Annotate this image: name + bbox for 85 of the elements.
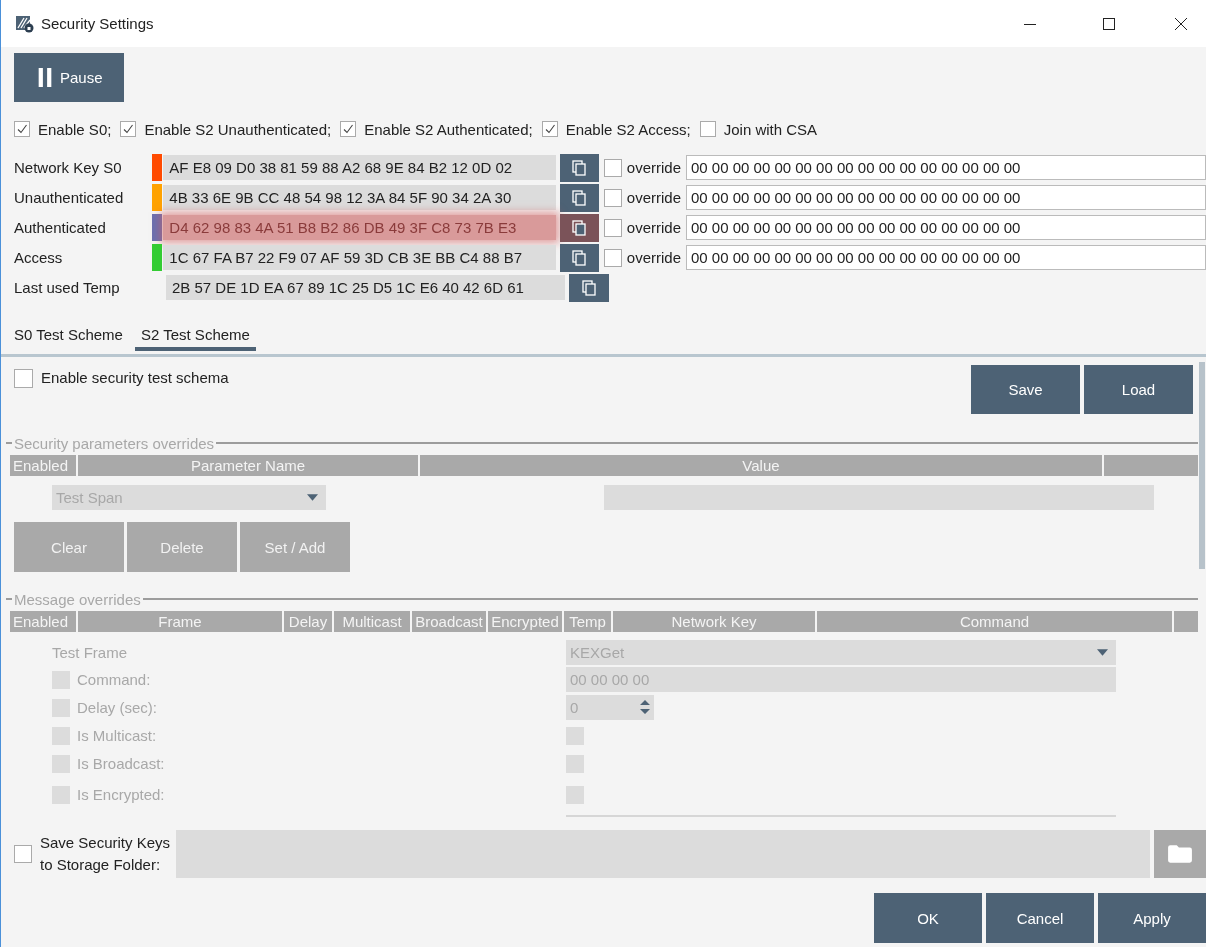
checkbox-label: Enable security test schema (41, 369, 229, 386)
key-value-field[interactable]: 1C 67 FA B7 22 F9 07 AF 59 3D CB 3E BB C4 88 B7 (163, 245, 556, 270)
folder-icon (1167, 844, 1193, 864)
tab[interactable]: S2 Test Scheme (134, 321, 256, 351)
checkbox[interactable] (603, 188, 622, 207)
override-key-field[interactable]: 00 00 00 00 00 00 00 00 00 00 00 00 00 00 00 00 (686, 245, 1206, 270)
column-header: Enabled (10, 455, 76, 476)
column-header: Multicast (334, 611, 410, 632)
app-icon (15, 14, 35, 33)
copy-icon (572, 189, 587, 206)
override-label: override (626, 159, 681, 176)
checkbox[interactable] (340, 121, 357, 137)
checkbox[interactable] (603, 158, 622, 177)
copy-icon (582, 279, 596, 296)
override-key-field[interactable]: 00 00 00 00 00 00 00 00 00 00 00 00 00 00 00 00 (686, 155, 1206, 180)
checkbox[interactable] (14, 121, 30, 137)
key-value-field[interactable]: D4 62 98 83 4A 51 B8 B2 86 DB 49 3F C8 73 7B E3 (163, 215, 556, 240)
checkbox-label: Enable S2 Access; (565, 120, 691, 138)
column-header: Encrypted (488, 611, 562, 632)
override-key-field[interactable]: 00 00 00 00 00 00 00 00 00 00 00 00 00 00 00 00 (686, 185, 1206, 210)
key-value-field[interactable]: 4B 33 6E 9B CC 48 54 98 12 3A 84 5F 90 34 2A 30 (163, 185, 556, 210)
checkbox[interactable] (14, 845, 32, 863)
window-title: Security Settings (41, 15, 154, 32)
column-header: Frame (78, 611, 282, 632)
checkbox[interactable] (541, 121, 558, 137)
column-header: Parameter Name (78, 455, 418, 476)
dialog-button[interactable]: Apply (1098, 893, 1206, 943)
copy-button[interactable] (559, 153, 599, 182)
field-label: Is Broadcast: (77, 755, 165, 772)
checkbox[interactable] (603, 248, 622, 267)
column-header: Broadcast (412, 611, 486, 632)
group-title: Security parameters overrides (13, 434, 216, 452)
override-label: override (626, 249, 681, 266)
save-keys-label: Save Security Keys to Storage Folder: (40, 833, 172, 875)
checkbox-label: Join with CSA (723, 120, 818, 138)
close-icon[interactable] (1174, 16, 1188, 31)
override-label: override (626, 189, 681, 206)
column-header: Value (420, 455, 1102, 476)
tab[interactable]: S0 Test Scheme (14, 321, 129, 351)
column-header: Delay (284, 611, 332, 632)
copy-icon (572, 249, 587, 266)
copy-button[interactable] (559, 213, 599, 242)
checkbox-label: Enable S2 Unauthenticated; (144, 120, 332, 138)
checkbox[interactable] (603, 218, 622, 237)
column-header (1174, 611, 1198, 632)
copy-button[interactable] (559, 183, 599, 212)
frame-label: Test Frame (52, 643, 128, 663)
copy-button[interactable] (559, 243, 599, 272)
checkbox-label: Enable S2 Authenticated; (364, 120, 533, 138)
column-header: Temp (564, 611, 611, 632)
folder-path-field[interactable] (175, 830, 1151, 878)
dropdown-caret-icon (307, 494, 318, 501)
field-label: Is Multicast: (77, 727, 157, 744)
key-value-field[interactable]: 2B 57 DE 1D EA 67 89 1C 25 D5 1C E6 40 42 6D 61 (166, 275, 565, 300)
copy-icon (572, 219, 587, 236)
pause-button[interactable]: Pause (14, 53, 124, 102)
browse-button[interactable] (1154, 830, 1206, 878)
field-label: Delay (sec): (77, 699, 158, 716)
dialog-button[interactable]: OK (874, 893, 982, 943)
maximize-icon[interactable] (1102, 16, 1116, 31)
key-label: Access (14, 249, 64, 266)
key-label: Network Key S0 (14, 159, 123, 176)
key-label: Last used Temp (14, 279, 121, 296)
spin-arrows-icon (640, 699, 650, 715)
key-label: Authenticated (14, 219, 107, 236)
dialog-button[interactable]: Cancel (986, 893, 1094, 943)
override-label: override (626, 219, 681, 236)
column-header: Enabled (10, 611, 76, 632)
copy-button[interactable] (569, 273, 609, 302)
column-header: Network Key (613, 611, 815, 632)
field-label: Is Encrypted: (77, 786, 165, 803)
key-label: Unauthenticated (14, 189, 125, 206)
dropdown-caret-icon (1097, 649, 1108, 656)
checkbox[interactable] (699, 121, 716, 137)
pause-icon (38, 68, 52, 87)
value-field[interactable] (604, 485, 1154, 510)
field-label: Command: (77, 671, 151, 688)
checkbox[interactable] (120, 121, 137, 137)
copy-icon (572, 159, 587, 176)
column-header: Command (817, 611, 1172, 632)
checkbox-label: Enable S0; (38, 120, 112, 138)
group-title: Message overrides (13, 590, 142, 608)
key-value-field[interactable]: AF E8 09 D0 38 81 59 88 A2 68 9E 84 B2 12 0D 02 (163, 155, 556, 180)
override-key-field[interactable]: 00 00 00 00 00 00 00 00 00 00 00 00 00 00 00 00 (686, 215, 1206, 240)
scrollbar[interactable] (1199, 362, 1205, 569)
